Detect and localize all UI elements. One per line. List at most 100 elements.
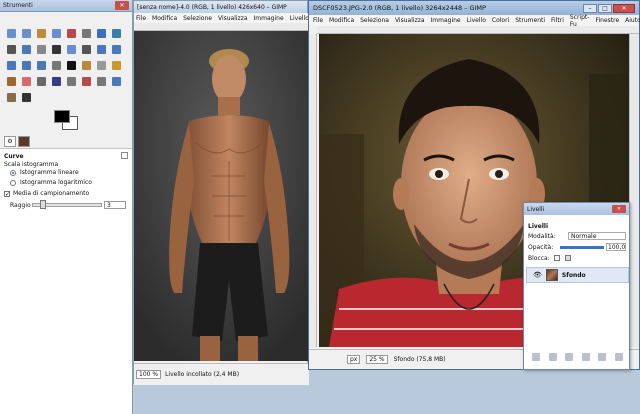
window1-zoom-select[interactable]: 100 % [136,370,162,379]
tool-button[interactable] [94,74,108,88]
anchor-layer-icon[interactable] [598,353,607,361]
linear-histogram-label: Istogramma lineare [20,169,79,176]
tool-button[interactable] [64,58,78,72]
tool-button[interactable] [64,74,78,88]
window2-menu-item[interactable]: Seleziona [360,17,389,24]
mode-select[interactable]: Normale [568,232,626,240]
sample-average-checkbox[interactable]: ✓ [4,191,10,198]
tool-button[interactable] [49,58,63,72]
tool-button[interactable] [34,26,48,40]
tool-options-menu-button[interactable] [121,152,128,159]
radius-spinbox[interactable]: 3 [104,201,126,209]
foreground-color-swatch[interactable] [54,110,70,123]
layer-row[interactable]: 👁 Sfondo [526,267,629,283]
unit-select[interactable]: px [347,355,361,364]
window1-title: [senza nome]-4.0 (RGB, 1 livello) 426x64… [137,3,287,11]
window2-menu-item[interactable]: Colori [492,17,509,24]
tool-button[interactable] [19,58,33,72]
radius-slider-handle[interactable] [40,200,46,209]
tool-button[interactable] [79,26,93,40]
window2-menu-item[interactable]: File [313,17,323,24]
tool-button[interactable] [49,74,63,88]
window2-vertical-scrollbar[interactable] [629,34,639,347]
tool-button[interactable] [4,74,18,88]
delete-layer-icon[interactable] [614,353,623,361]
align-icon [66,44,76,54]
eye-icon[interactable]: 👁 [533,271,542,279]
layers-close-button[interactable]: ✕ [612,205,626,213]
tool-button[interactable] [79,74,93,88]
tool-button[interactable] [94,26,108,40]
tool-button[interactable] [19,26,33,40]
tool-button[interactable] [49,42,63,56]
window2-menu-item[interactable]: Finestre [595,17,619,24]
linear-histogram-radio[interactable] [10,170,16,176]
opacity-slider[interactable] [560,246,604,249]
tool-button[interactable] [49,26,63,40]
fg-bg-color-selector[interactable] [52,108,80,132]
tool-button[interactable] [79,42,93,56]
tool-button[interactable] [109,26,123,40]
window1-menu-item[interactable]: Immagine [254,15,284,22]
tool-button[interactable] [19,42,33,56]
tool-button[interactable] [34,42,48,56]
log-histogram-radio[interactable] [10,180,16,186]
window1-menu-item[interactable]: File [136,15,146,22]
window1-menu-item[interactable]: Visualizza [218,15,248,22]
blur-icon [111,76,121,86]
raise-layer-icon[interactable] [548,353,557,361]
window2-menu-item[interactable]: Livello [467,17,486,24]
window2-menu-item[interactable]: Aiuto [625,17,640,24]
tool-options-title: Curve [4,153,24,160]
tool-button[interactable] [19,90,33,104]
layers-title: Livelli [527,205,545,213]
new-layer-icon[interactable] [532,353,540,361]
window2-menu-item[interactable]: Filtri [551,17,564,24]
images-tab[interactable] [18,136,30,147]
minimize-button[interactable]: – [583,3,597,13]
lower-layer-icon[interactable] [565,353,574,361]
window2-close-button[interactable]: ✕ [613,3,635,13]
image-window-1: [senza nome]-4.0 (RGB, 1 livello) 426x64… [133,0,368,385]
rotate-icon [96,44,106,54]
tool-button[interactable] [34,58,48,72]
window1-menu-item[interactable]: Livello [290,15,309,22]
window1-statusbar: 100 % Livello incollato (2,4 MB) [134,363,309,385]
window2-menu-item[interactable]: Visualizza [395,17,425,24]
opacity-spinbox[interactable]: 100,0 [606,243,626,251]
tool-button[interactable] [19,74,33,88]
tool-options-tab[interactable]: ⚙ [4,136,16,147]
tool-button[interactable] [64,42,78,56]
toolbox-close-button[interactable]: ✕ [115,1,129,10]
tool-button[interactable] [109,74,123,88]
tool-button[interactable] [4,42,18,56]
tool-button[interactable] [109,42,123,56]
layers-tab-label[interactable]: Livelli [528,223,548,230]
tool-button[interactable] [109,58,123,72]
tool-button[interactable] [64,26,78,40]
scissors-icon [81,28,91,38]
window2-menu-item[interactable]: Immagine [431,17,461,24]
window1-titlebar: [senza nome]-4.0 (RGB, 1 livello) 426x64… [134,1,307,13]
tool-button[interactable] [4,26,18,40]
tool-button[interactable] [34,74,48,88]
window1-canvas[interactable] [134,31,309,361]
paths-icon [111,28,121,38]
tool-button[interactable] [79,58,93,72]
maximize-button[interactable]: □ [598,3,612,13]
duplicate-layer-icon[interactable] [581,353,590,361]
lock-alpha-checkbox[interactable] [565,255,571,261]
sample-average-label: Media di campionamento [13,190,90,197]
lock-pixels-checkbox[interactable] [554,255,560,261]
tool-button[interactable] [94,58,108,72]
opacity-label: Opacità: [528,244,554,251]
tool-button[interactable] [4,90,18,104]
tool-button[interactable] [4,58,18,72]
layer-name[interactable]: Sfondo [562,272,586,279]
window2-menu-item[interactable]: Modifica [329,17,354,24]
window1-menu-item[interactable]: Selezione [183,15,212,22]
window1-menu-item[interactable]: Modifica [152,15,177,22]
window2-zoom-select[interactable]: 25 % [366,355,388,364]
tool-button[interactable] [94,42,108,56]
window2-menu-item[interactable]: Strumenti [515,17,545,24]
